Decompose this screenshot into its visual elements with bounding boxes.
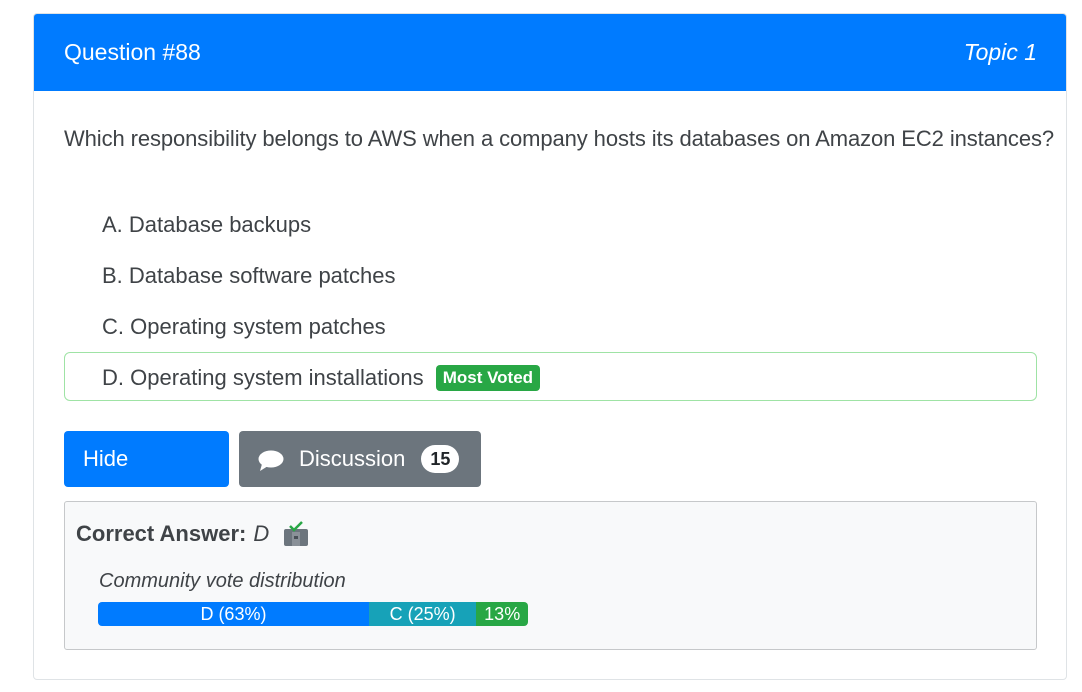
discussion-count-badge: 15 (421, 445, 460, 473)
answer-panel: Correct Answer: D Community vote distrib… (64, 501, 1037, 650)
question-card: Question #88 Topic 1 Which responsibilit… (33, 13, 1067, 680)
choices-list: A. Database backups B. Database software… (64, 199, 1037, 403)
discussion-label: Discussion (299, 446, 406, 471)
action-buttons: Hide Solution Discussion 15 (64, 431, 481, 527)
choice-text: B. Database software patches (102, 263, 396, 288)
choice-b[interactable]: B. Database software patches (64, 250, 1037, 299)
choice-d[interactable]: D. Operating system installations Most V… (64, 352, 1037, 401)
choice-text: A. Database backups (102, 212, 312, 237)
vote-distribution-bar: D (63%) C (25%) 13% (98, 602, 528, 626)
chat-bubble-icon (258, 450, 284, 471)
question-text: Which responsibility belongs to AWS when… (64, 126, 1054, 151)
correct-answer: Correct Answer: D (76, 520, 310, 548)
reveal-solution-icon[interactable] (282, 520, 310, 548)
most-voted-badge: Most Voted (435, 365, 541, 391)
vote-distribution-label: Community vote distribution (99, 570, 346, 592)
vote-segment: 13% (476, 602, 528, 626)
topic-label: Topic 1 (963, 39, 1037, 65)
question-header: Question #88 Topic 1 (34, 14, 1066, 91)
choice-c[interactable]: C. Operating system patches (64, 301, 1037, 350)
choice-text: C. Operating system patches (102, 314, 386, 339)
correct-answer-label: Correct Answer: (76, 521, 247, 546)
vote-segment: D (63%) (98, 602, 369, 626)
choice-a[interactable]: A. Database backups (64, 199, 1037, 248)
choice-text: D. Operating system installations (102, 365, 424, 390)
correct-answer-value: D (253, 521, 270, 546)
hide-solution-button[interactable]: Hide Solution (64, 431, 229, 527)
vote-segment: C (25%) (368, 602, 477, 626)
discussion-button[interactable]: Discussion 15 (239, 431, 481, 487)
question-number: Question #88 (64, 39, 201, 65)
